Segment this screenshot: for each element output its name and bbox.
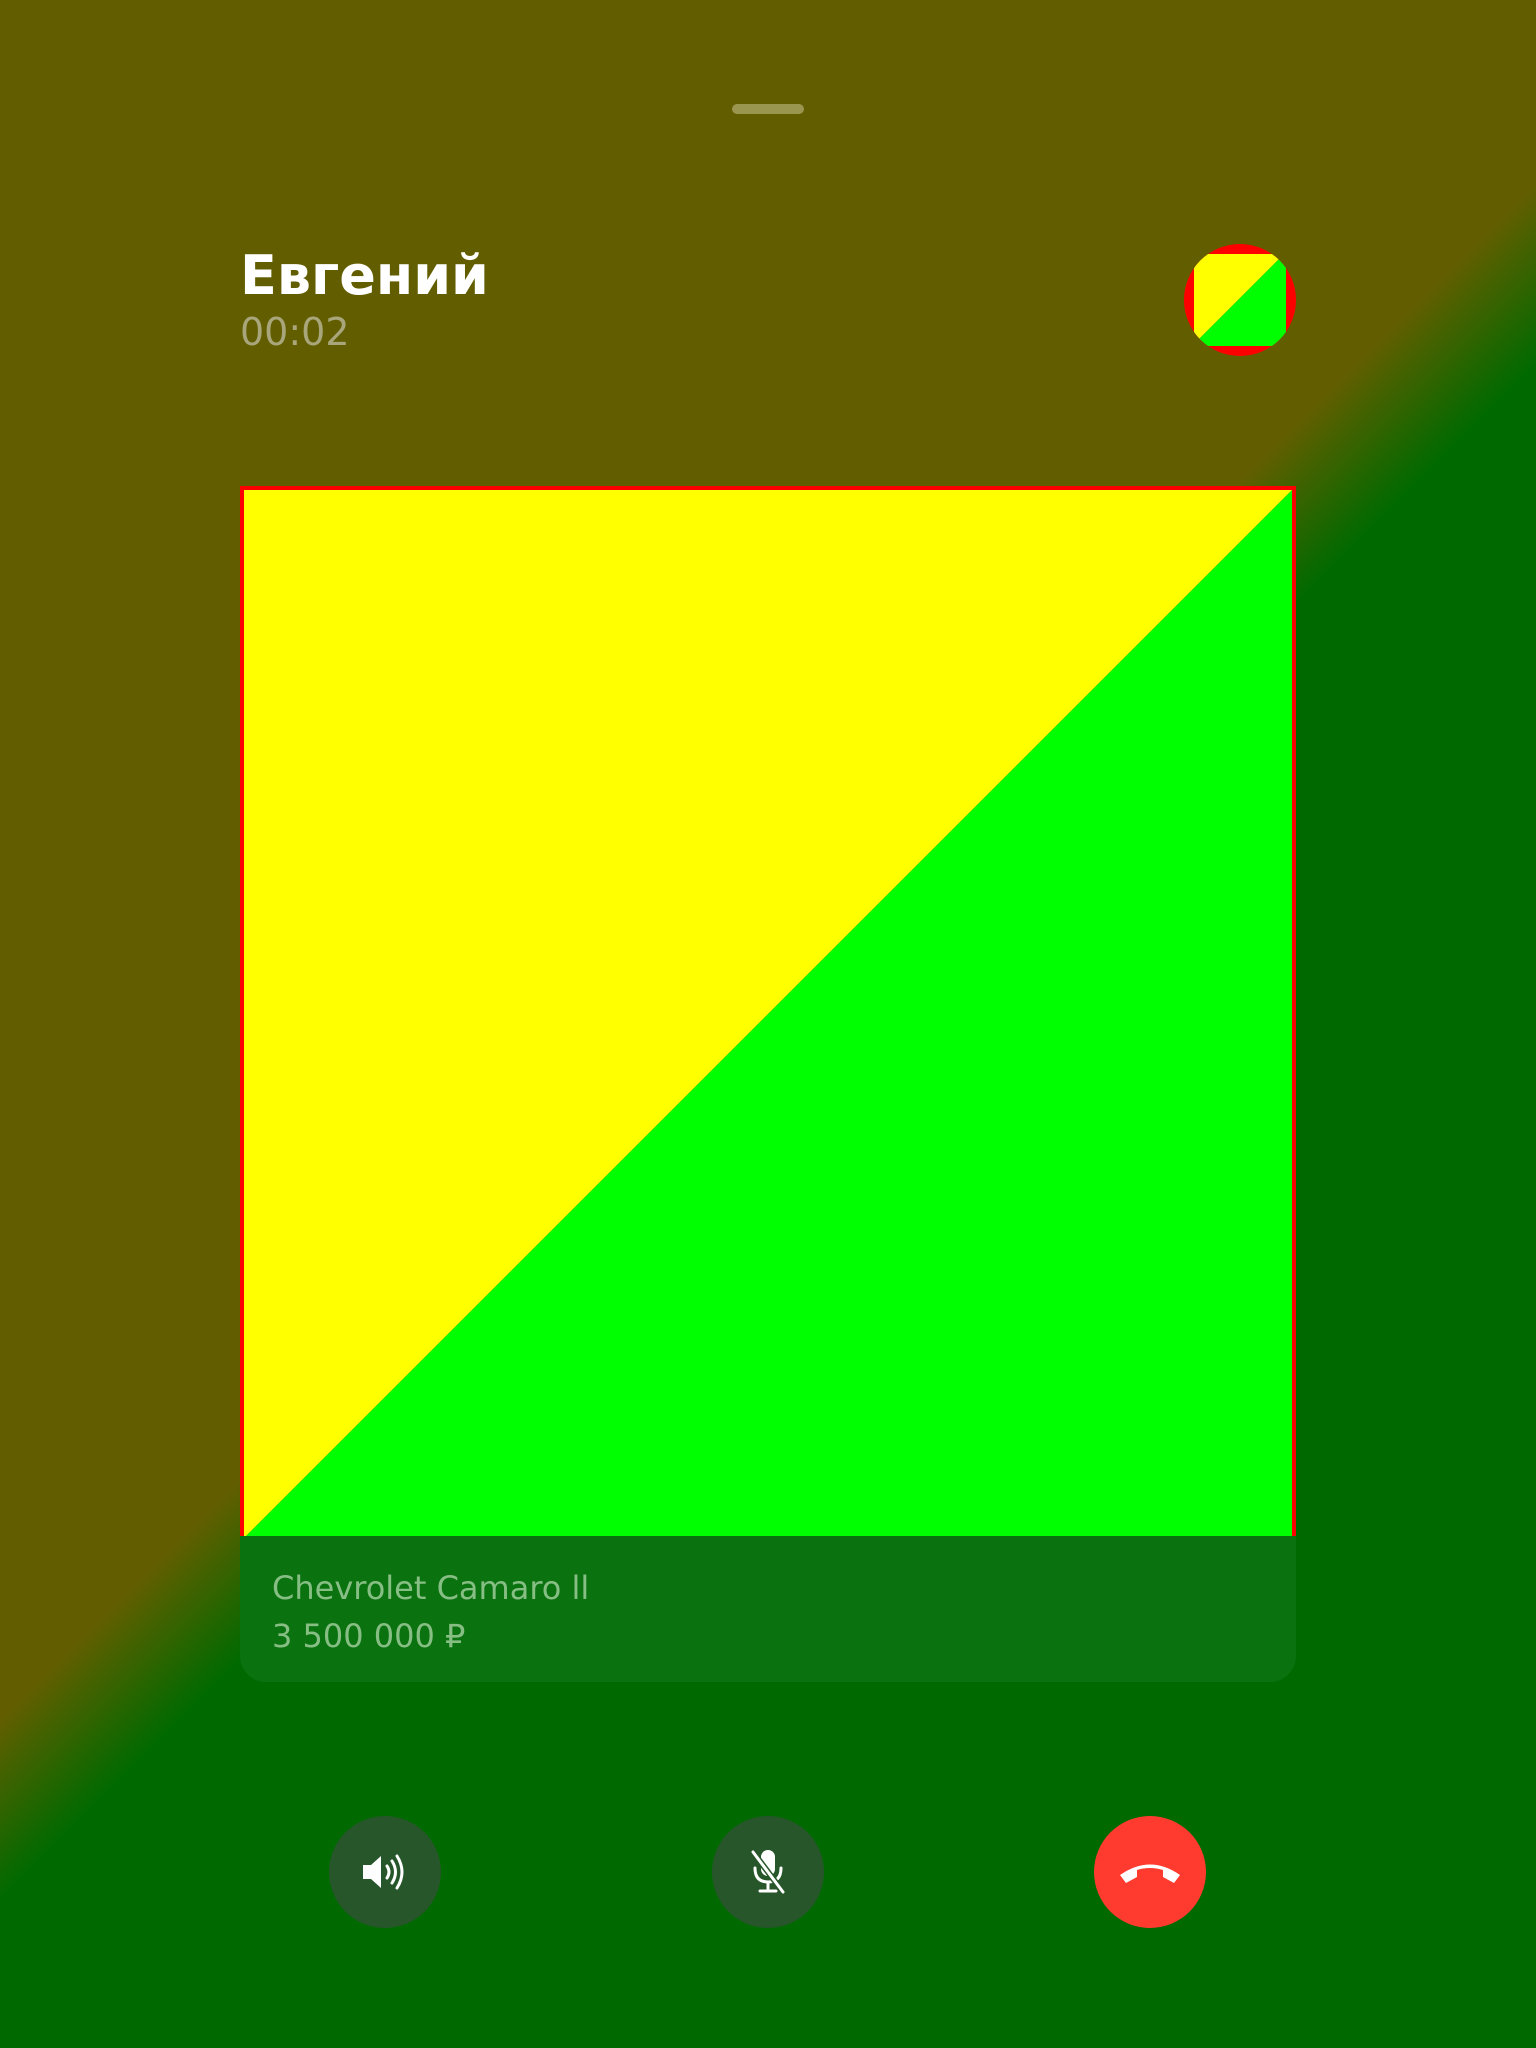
call-duration: 00:02 [240, 310, 350, 354]
product-title: Chevrolet Camaro ll [272, 1569, 590, 1607]
caller-avatar [1184, 244, 1296, 356]
mute-microphone-button[interactable] [712, 1816, 824, 1928]
end-call-button[interactable] [1094, 1816, 1206, 1928]
product-price: 3 500 000 ₽ [272, 1617, 466, 1655]
phone-hangup-icon [1116, 1858, 1184, 1886]
microphone-off-icon [748, 1848, 788, 1896]
product-card[interactable]: Chevrolet Camaro ll 3 500 000 ₽ [240, 1536, 1296, 1682]
speaker-icon [361, 1852, 409, 1892]
sheet-grabber-handle[interactable] [732, 104, 804, 114]
call-screen: Евгений 00:02 Chevrolet Camaro ll 3 500 … [0, 0, 1536, 2048]
product-image[interactable] [240, 486, 1296, 1542]
speaker-button[interactable] [329, 1816, 441, 1928]
caller-name: Евгений [240, 244, 489, 307]
